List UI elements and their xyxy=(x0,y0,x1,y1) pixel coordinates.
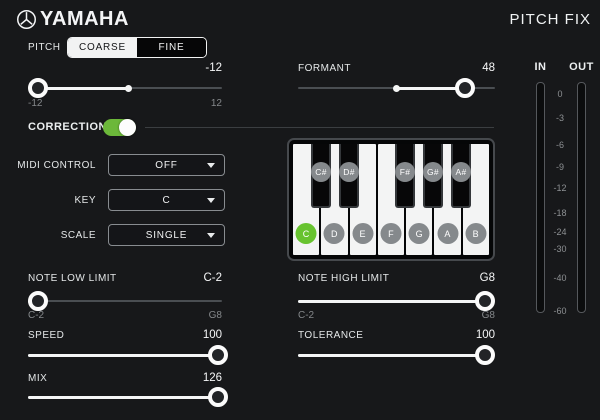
in-meter xyxy=(536,82,545,313)
key-value: C xyxy=(162,195,170,206)
in-meter-label: IN xyxy=(527,61,554,73)
out-meter xyxy=(577,82,586,313)
pitch-range-max: 12 xyxy=(28,98,222,109)
tolerance-value: 100 xyxy=(298,329,495,341)
meter-scale-tick: -6 xyxy=(546,140,574,150)
logo-text: YAMAHA xyxy=(40,8,129,31)
pitch-fix-window: YAMAHA PITCH FIX PITCH COARSE FINE -12 -… xyxy=(0,0,600,420)
key-d-sharp[interactable]: D# xyxy=(339,144,359,208)
midi-control-label: MIDI CONTROL xyxy=(16,160,96,171)
key-c-sharp[interactable]: C# xyxy=(311,144,331,208)
mix-slider-handle[interactable] xyxy=(208,387,228,407)
note-high-limit-slider-fill xyxy=(298,300,485,303)
meter-scale-tick: -3 xyxy=(546,113,574,123)
key-d-sharp-label: D# xyxy=(339,162,359,182)
note-low-limit-value: C-2 xyxy=(28,272,222,284)
yamaha-tuning-fork-icon xyxy=(16,9,37,30)
note-low-limit-range-max: G8 xyxy=(28,310,222,321)
formant-slider[interactable] xyxy=(298,78,495,98)
meter-scale-tick: -24 xyxy=(546,227,574,237)
key-a-sharp[interactable]: A# xyxy=(451,144,471,208)
key-f-label: F xyxy=(380,223,401,244)
pitch-slider-fill xyxy=(38,87,128,90)
formant-value: 48 xyxy=(298,62,495,74)
scale-label: SCALE xyxy=(16,230,96,241)
speed-slider[interactable] xyxy=(28,345,222,365)
page-title: PITCH FIX xyxy=(509,11,591,28)
scale-value: SINGLE xyxy=(146,230,187,241)
speed-value: 100 xyxy=(28,329,222,341)
key-g-sharp[interactable]: G# xyxy=(423,144,443,208)
scale-dropdown[interactable]: SINGLE xyxy=(108,224,225,246)
fine-button[interactable]: FINE xyxy=(137,38,206,57)
key-c-label: C xyxy=(296,223,317,244)
chevron-down-icon xyxy=(207,198,215,203)
key-g-sharp-label: G# xyxy=(423,162,443,182)
key-e-label: E xyxy=(352,223,373,244)
meter-scale-tick: 0 xyxy=(546,89,574,99)
formant-slider-center-dot xyxy=(393,85,400,92)
key-f-sharp-label: F# xyxy=(395,162,415,182)
note-low-limit-slider[interactable] xyxy=(28,291,222,311)
section-divider xyxy=(145,127,494,128)
pitch-value: -12 xyxy=(28,62,222,74)
yamaha-logo: YAMAHA xyxy=(16,8,129,31)
coarse-button[interactable]: COARSE xyxy=(68,38,137,57)
pitch-slider-handle[interactable] xyxy=(28,78,48,98)
key-g-label: G xyxy=(409,223,430,244)
meter-scale-tick: -60 xyxy=(546,306,574,316)
speed-slider-fill xyxy=(28,354,218,357)
meter-scale-tick: -9 xyxy=(546,162,574,172)
chevron-down-icon xyxy=(207,233,215,238)
pitch-slider-center-dot xyxy=(125,85,132,92)
mix-value: 126 xyxy=(28,372,222,384)
pitch-mode-toggle: COARSE FINE xyxy=(67,37,207,58)
pitch-label: PITCH xyxy=(28,42,61,53)
meter-scale-tick: -12 xyxy=(546,183,574,193)
note-high-limit-value: G8 xyxy=(298,272,495,284)
correction-label: CORRECTION xyxy=(28,121,107,133)
out-meter-label: OUT xyxy=(568,61,595,73)
note-low-limit-slider-handle[interactable] xyxy=(28,291,48,311)
midi-control-dropdown[interactable]: OFF xyxy=(108,154,225,176)
correction-toggle-knob xyxy=(119,119,136,136)
key-b-label: B xyxy=(465,223,486,244)
midi-control-value: OFF xyxy=(155,160,177,171)
note-high-limit-slider[interactable] xyxy=(298,291,495,311)
key-dropdown[interactable]: C xyxy=(108,189,225,211)
key-a-label: A xyxy=(437,223,458,244)
meter-scale-tick: -18 xyxy=(546,208,574,218)
speed-slider-handle[interactable] xyxy=(208,345,228,365)
key-label: KEY xyxy=(16,195,96,206)
tolerance-slider-fill xyxy=(298,354,485,357)
piano-keyboard: C D E F G A B xyxy=(287,138,495,261)
key-d-label: D xyxy=(324,223,345,244)
tolerance-slider-handle[interactable] xyxy=(475,345,495,365)
pitch-slider[interactable] xyxy=(28,78,222,98)
chevron-down-icon xyxy=(207,163,215,168)
tolerance-slider[interactable] xyxy=(298,345,495,365)
key-c-sharp-label: C# xyxy=(311,162,331,182)
key-f-sharp[interactable]: F# xyxy=(395,144,415,208)
formant-slider-handle[interactable] xyxy=(455,78,475,98)
correction-toggle[interactable] xyxy=(103,119,136,136)
note-high-limit-slider-handle[interactable] xyxy=(475,291,495,311)
meter-scale-tick: -40 xyxy=(546,273,574,283)
meter-scale-tick: -30 xyxy=(546,244,574,254)
note-low-limit-slider-track[interactable] xyxy=(28,300,222,302)
mix-slider[interactable] xyxy=(28,387,222,407)
note-high-limit-range-max: G8 xyxy=(298,310,495,321)
mix-slider-fill xyxy=(28,396,218,399)
key-a-sharp-label: A# xyxy=(451,162,471,182)
